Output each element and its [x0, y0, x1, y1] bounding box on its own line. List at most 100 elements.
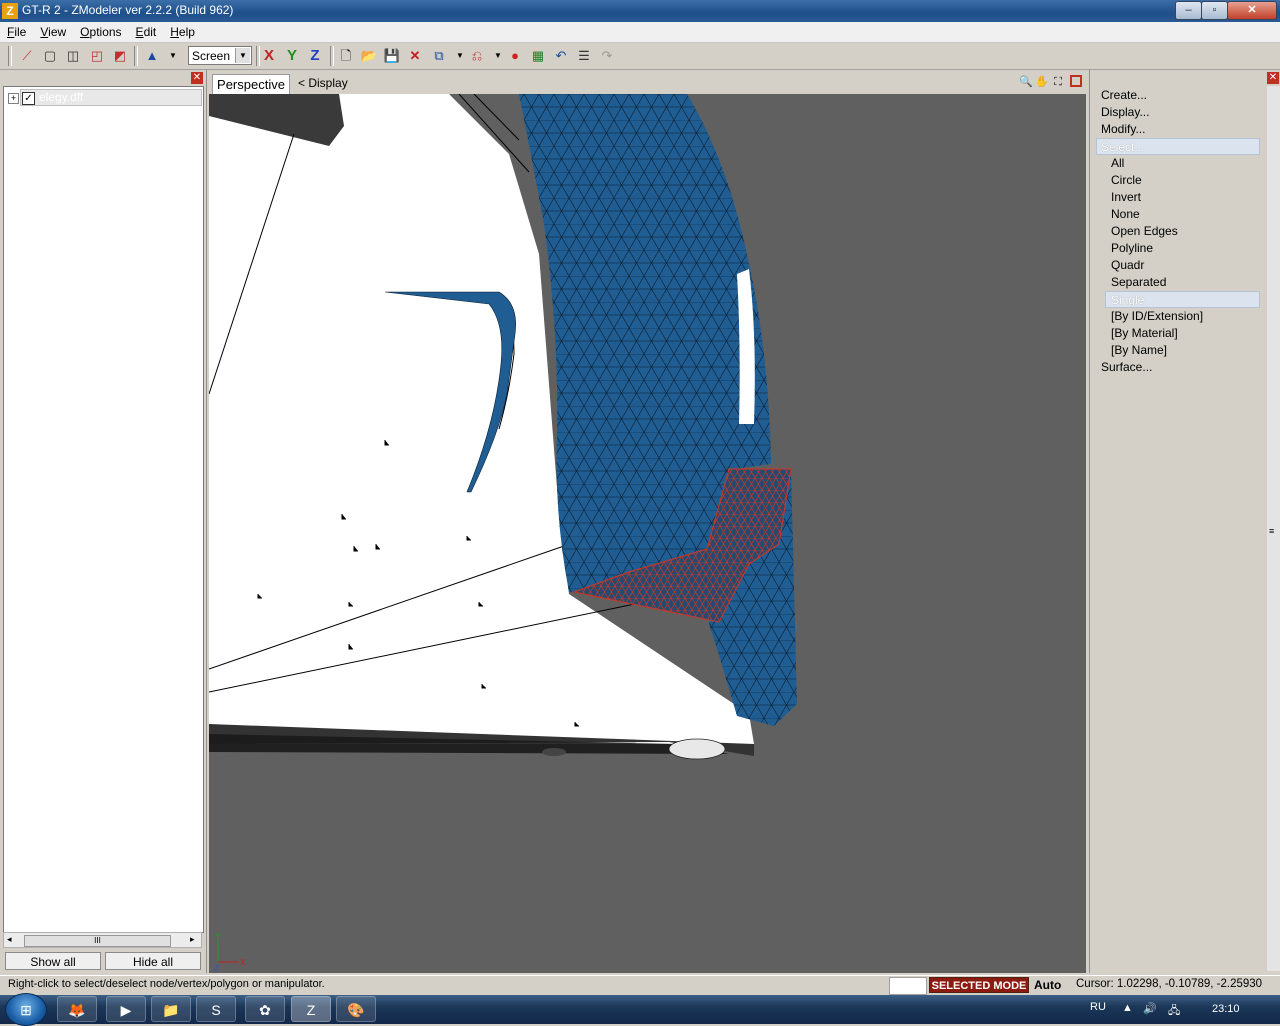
toolbar-separator	[8, 46, 12, 66]
vertex-mode-icon[interactable]: ⟋	[18, 47, 36, 65]
minimize-button[interactable]: ‒	[1175, 1, 1202, 20]
command-quadr[interactable]: Quadr	[1111, 257, 1144, 274]
maximize-viewport-icon[interactable]: ⛶	[1051, 75, 1065, 89]
properties-icon[interactable]: ☰	[575, 47, 593, 65]
tray-clock[interactable]: 23:10	[1212, 1003, 1240, 1015]
axis-z-button[interactable]: Z	[306, 47, 324, 65]
model-render: Y X Z	[209, 94, 797, 973]
axis-x-button[interactable]: X	[260, 47, 278, 65]
network-icon[interactable]: 🖧	[1168, 1002, 1180, 1021]
open-file-icon[interactable]: 📂	[360, 47, 378, 65]
copy-icon[interactable]: ⧉	[430, 47, 448, 65]
hide-all-button[interactable]: Hide all	[105, 952, 201, 970]
tree-node-visibility-checkbox[interactable]: ✓	[22, 92, 35, 105]
tray-expand-icon[interactable]: ▲	[1122, 1002, 1133, 1014]
expand-icon[interactable]: +	[8, 93, 19, 104]
command-select[interactable]: Select...	[1096, 138, 1260, 155]
chevron-down-icon[interactable]: ▼	[164, 47, 182, 65]
taskbar	[0, 995, 1280, 1024]
menu-options[interactable]: Options	[73, 22, 128, 39]
window-title: GT-R 2 - ZModeler ver 2.2.2 (Build 962)	[22, 3, 234, 17]
material-editor-icon[interactable]: ▦	[529, 47, 547, 65]
undo-icon[interactable]: ↶	[552, 47, 570, 65]
record-icon[interactable]: ●	[506, 47, 524, 65]
selected-mode-button[interactable]: SELECTED MODE	[929, 977, 1029, 993]
axis-y-button[interactable]: Y	[283, 47, 301, 65]
command-display[interactable]: Display...	[1101, 104, 1149, 121]
save-file-icon[interactable]: 💾	[383, 47, 401, 65]
pan-hand-icon[interactable]: ✋	[1035, 75, 1049, 89]
taskbar-skype-icon[interactable]: S	[196, 996, 236, 1022]
command-polyline[interactable]: Polyline	[1111, 240, 1153, 257]
title-bar: Z GT-R 2 - ZModeler ver 2.2.2 (Build 962…	[0, 0, 1280, 22]
close-icon[interactable]: ✕	[1267, 72, 1279, 84]
cursor-coordinates: Cursor: 1.02298, -0.10789, -2.25930	[1076, 978, 1263, 990]
auto-mode-toggle[interactable]: Auto	[1034, 978, 1061, 992]
chevron-down-icon[interactable]: ▼	[489, 47, 507, 65]
redo-icon[interactable]: ↷	[598, 47, 616, 65]
toolbar-separator	[134, 46, 138, 66]
selection-filter-icon[interactable]: ▲	[143, 47, 161, 65]
tray-language[interactable]: RU	[1090, 1001, 1106, 1013]
viewport-close-icon[interactable]	[1070, 75, 1082, 87]
toolbar-separator	[330, 46, 334, 66]
tree-horizontal-scrollbar[interactable]: ◂ III ▸	[3, 932, 202, 948]
command-none[interactable]: None	[1111, 206, 1140, 223]
delete-icon[interactable]: ✕	[406, 47, 424, 65]
show-all-button[interactable]: Show all	[5, 952, 101, 970]
coordinate-system-select[interactable]: Screen ▼	[188, 46, 252, 65]
axis-y-label: Y	[215, 932, 221, 941]
toolbar: ⟋ ▢ ◫ ◰ ◩ ▲ ▼ Screen ▼ X Y Z 🗋 📂 💾 ✕ ⧉ ▼ …	[0, 43, 1280, 70]
volume-icon[interactable]: 🔊	[1143, 1002, 1157, 1015]
taskbar-app-icon[interactable]: ✿	[245, 996, 285, 1022]
coordinate-system-value: Screen	[192, 49, 231, 63]
command-by-name[interactable]: [By Name]	[1111, 342, 1167, 359]
chevron-down-icon: ▼	[235, 48, 250, 63]
command-surface[interactable]: Surface...	[1101, 359, 1152, 376]
menu-file[interactable]: File	[0, 22, 33, 39]
status-indicator	[889, 977, 927, 995]
command-single[interactable]: Single	[1105, 291, 1260, 308]
command-create[interactable]: Create...	[1101, 87, 1147, 104]
command-circle[interactable]: Circle	[1111, 172, 1142, 189]
edge-mode-icon[interactable]: ▢	[41, 47, 59, 65]
new-file-icon[interactable]: 🗋	[337, 47, 355, 65]
taskbar-media-player-icon[interactable]: ▶	[106, 996, 146, 1022]
command-invert[interactable]: Invert	[1111, 189, 1141, 206]
taskbar-firefox-icon[interactable]: 🦊	[57, 996, 97, 1022]
taskbar-explorer-icon[interactable]: 📁	[151, 996, 191, 1022]
undo-history-icon[interactable]: ⎌	[468, 47, 486, 65]
zmodeler-app-icon[interactable]: Z	[2, 3, 18, 19]
scroll-left-icon[interactable]: ◂	[7, 934, 12, 945]
command-panel-scrollbar[interactable]: ≡	[1267, 86, 1280, 971]
menu-view[interactable]: View	[33, 22, 73, 39]
tree-node-label[interactable]: elegy.dff	[20, 89, 202, 106]
scroll-right-icon[interactable]: ▸	[190, 934, 195, 945]
polygon-mode-icon[interactable]: ◫	[64, 47, 82, 65]
command-separated[interactable]: Separated	[1111, 274, 1166, 291]
zoom-icon[interactable]: 🔍	[1019, 75, 1033, 89]
command-open-edges[interactable]: Open Edges	[1111, 223, 1178, 240]
start-button[interactable]: ⊞	[5, 993, 47, 1026]
command-by-id-extension[interactable]: [By ID/Extension]	[1111, 308, 1203, 325]
command-all[interactable]: All	[1111, 155, 1124, 172]
wheel-mesh	[668, 738, 726, 760]
chevron-down-icon[interactable]: ▼	[451, 47, 469, 65]
taskbar-paint-icon[interactable]: 🎨	[336, 996, 376, 1022]
menu-help[interactable]: Help	[163, 22, 202, 39]
object-mode-icon[interactable]: ◰	[88, 47, 106, 65]
close-window-button[interactable]: ✕	[1227, 1, 1277, 20]
menu-edit[interactable]: Edit	[129, 22, 164, 39]
taskbar-zmodeler-icon[interactable]: Z	[291, 996, 331, 1022]
node-mode-icon[interactable]: ◩	[111, 47, 129, 65]
command-modify[interactable]: Modify...	[1101, 121, 1145, 138]
scrollbar-grip-icon[interactable]: ≡	[1269, 526, 1274, 536]
tab-perspective[interactable]: Perspective	[212, 74, 290, 94]
command-by-material[interactable]: [By Material]	[1111, 325, 1178, 342]
3d-viewport[interactable]: Y X Z	[209, 94, 1086, 973]
scrollbar-thumb[interactable]: III	[24, 935, 171, 947]
scene-tree[interactable]: elegy.dff + ✓	[3, 86, 204, 933]
viewport-breadcrumb[interactable]: < Display	[298, 76, 348, 90]
maximize-button[interactable]: ▫	[1201, 1, 1228, 20]
close-icon[interactable]: ✕	[191, 72, 203, 84]
